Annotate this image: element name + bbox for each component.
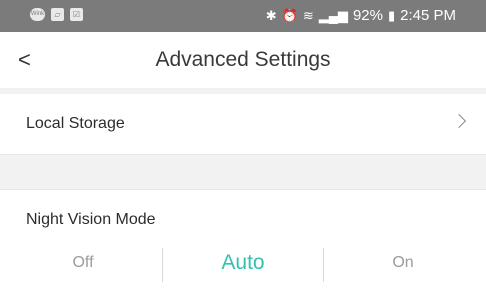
night-vision-option-auto[interactable]: Auto [162,251,324,275]
local-storage-row[interactable]: Local Storage [0,94,486,154]
night-vision-label: Night Vision Mode [26,211,156,228]
signal-icon: ▂▄▆ [318,7,348,23]
night-vision-option-off[interactable]: Off [2,254,164,272]
app-badge-icon: Wink [30,8,45,21]
night-vision-selector: Off Auto On [0,236,486,296]
status-bar-notifications: Wink ▱ ☑ [30,8,83,21]
battery-icon: ▮ [387,7,396,23]
status-bar: Wink ▱ ☑ ✱ ⏰ ≋ ▂▄▆ 92% ▮ 2:45 PM [0,0,486,32]
chevron-right-icon [451,113,467,129]
app-graph-icon: ▱ [51,8,64,21]
page-title: Advanced Settings [155,48,331,71]
section-gap [0,154,486,190]
status-bar-system: ✱ ⏰ ≋ ▂▄▆ 92% ▮ 2:45 PM [266,7,456,24]
local-storage-label: Local Storage [26,115,125,132]
bluetooth-icon: ✱ [265,7,277,23]
wifi-icon: ≋ [302,7,314,23]
checkbox-app-icon: ☑ [70,8,83,21]
battery-percent: 92% [352,7,383,24]
header: < Advanced Settings [0,32,486,88]
alarm-icon: ⏰ [281,7,298,23]
night-vision-option-on[interactable]: On [322,254,484,272]
clock: 2:45 PM [400,7,456,24]
